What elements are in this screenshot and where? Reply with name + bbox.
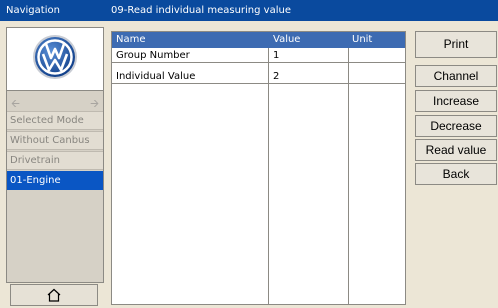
cell-value: 2 bbox=[273, 71, 280, 82]
table-header: Name Value Unit bbox=[112, 32, 405, 48]
history-arrows: 🡨 🡪 bbox=[7, 92, 103, 112]
nav-item-without-canbus[interactable]: Without Canbus bbox=[7, 131, 103, 150]
vw-logo-icon bbox=[33, 35, 77, 79]
measuring-table: Name Value Unit Group Number 1 Individua… bbox=[111, 31, 406, 305]
cell-value: 1 bbox=[273, 50, 280, 61]
decrease-button[interactable]: Decrease bbox=[415, 115, 497, 137]
page-title: 09-Read individual measuring value bbox=[111, 5, 291, 16]
header-value: Value bbox=[273, 34, 301, 45]
nav-item-drivetrain[interactable]: Drivetrain bbox=[7, 151, 103, 170]
logo-box bbox=[7, 28, 103, 91]
table-row[interactable]: Individual Value 2 bbox=[112, 69, 405, 84]
navigation-title: Navigation bbox=[6, 5, 60, 16]
cell-name: Individual Value bbox=[116, 71, 196, 82]
home-icon bbox=[47, 288, 61, 302]
nav-item-selected-mode[interactable]: Selected Mode bbox=[7, 111, 103, 130]
print-button[interactable]: Print bbox=[415, 31, 497, 58]
cell-name: Group Number bbox=[116, 50, 190, 61]
back-button[interactable]: Back bbox=[415, 163, 497, 185]
increase-button[interactable]: Increase bbox=[415, 90, 497, 112]
header-name: Name bbox=[116, 34, 146, 45]
channel-button[interactable]: Channel bbox=[415, 65, 497, 87]
header-unit: Unit bbox=[352, 34, 373, 45]
title-bar: Navigation 09-Read individual measuring … bbox=[0, 0, 498, 21]
navigation-list: Selected Mode Without Canbus Drivetrain … bbox=[7, 111, 103, 191]
home-button[interactable] bbox=[10, 284, 98, 306]
navigation-panel: 🡨 🡪 Selected Mode Without Canbus Drivetr… bbox=[6, 27, 104, 283]
read-value-button[interactable]: Read value bbox=[415, 139, 497, 161]
nav-item-engine[interactable]: 01-Engine bbox=[7, 171, 103, 190]
table-row[interactable]: Group Number 1 bbox=[112, 48, 405, 63]
